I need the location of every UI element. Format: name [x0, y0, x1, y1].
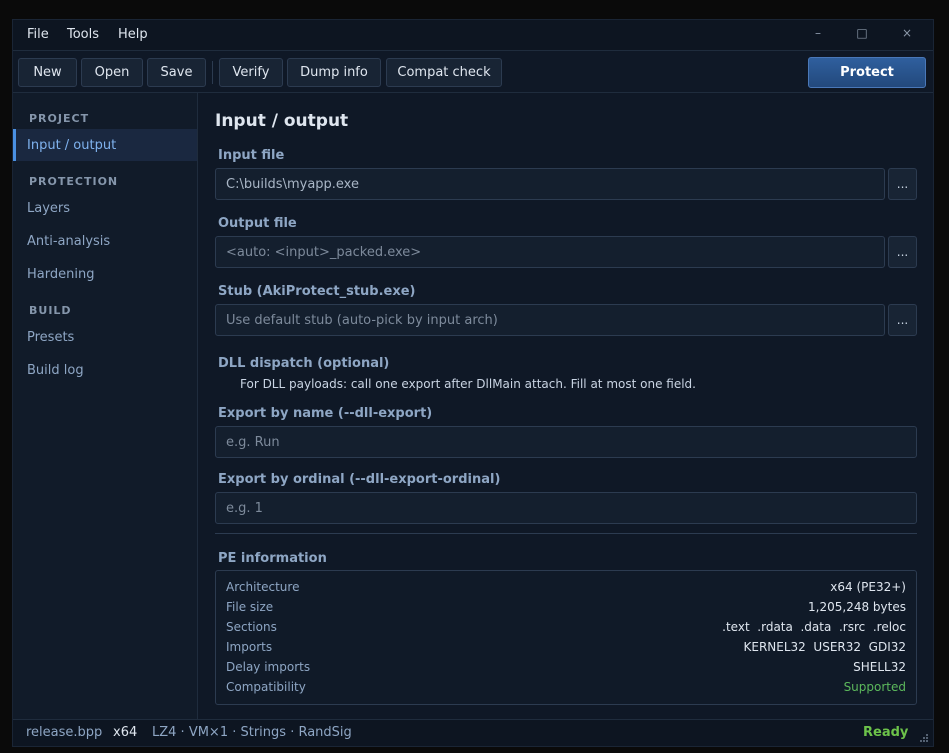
pe-row-sections: Sections .text .rdata .data .rsrc .reloc: [226, 620, 906, 640]
dll-dispatch-label: DLL dispatch (optional): [218, 356, 390, 371]
stub-label: Stub (AkiProtect_stub.exe): [218, 284, 416, 299]
sidebar-item-anti-analysis[interactable]: Anti-analysis: [13, 225, 197, 257]
sidebar-item-input-output[interactable]: Input / output: [13, 129, 197, 161]
close-icon[interactable]: ×: [897, 26, 917, 40]
sidebar-header-build: BUILD: [29, 304, 72, 317]
menu-file[interactable]: File: [27, 27, 49, 42]
sidebar-item-layers[interactable]: Layers: [13, 192, 197, 224]
stub-field[interactable]: Use default stub (auto-pick by input arc…: [215, 304, 885, 336]
pe-row-architecture: Architecture x64 (PE32+): [226, 580, 906, 600]
menu-bar: File Tools Help – □ ×: [13, 20, 933, 50]
pe-key: Imports: [226, 640, 273, 654]
export-ordinal-field[interactable]: e.g. 1: [215, 492, 917, 524]
export-name-field[interactable]: e.g. Run: [215, 426, 917, 458]
status-ready: Ready: [863, 725, 909, 740]
resize-grip-icon[interactable]: [919, 733, 929, 743]
verify-button[interactable]: Verify: [219, 58, 283, 87]
page-title: Input / output: [215, 111, 349, 131]
input-file-label: Input file: [218, 148, 285, 163]
pe-value: SHELL32: [853, 660, 906, 674]
sidebar-item-build-log[interactable]: Build log: [13, 354, 197, 386]
export-ordinal-label: Export by ordinal (--dll-export-ordinal): [218, 472, 501, 487]
menu-help[interactable]: Help: [118, 27, 148, 42]
pe-row-delay-imports: Delay imports SHELL32: [226, 660, 906, 680]
output-file-label: Output file: [218, 216, 297, 231]
pe-row-compatibility: Compatibility Supported: [226, 680, 906, 700]
status-bar: release.bpp x64 LZ4 · VM×1 · Strings · R…: [13, 719, 933, 746]
save-button[interactable]: Save: [147, 58, 206, 87]
maximize-icon[interactable]: □: [852, 26, 872, 40]
input-file-field[interactable]: C:\builds\myapp.exe: [215, 168, 885, 200]
compatibility-status: Supported: [843, 680, 906, 694]
toolbar: New Open Save Verify Dump info Compat ch…: [13, 50, 933, 93]
output-file-field[interactable]: <auto: <input>_packed.exe>: [215, 236, 885, 268]
toolbar-separator: [212, 61, 213, 84]
main-panel: Input / output Input file C:\builds\myap…: [199, 93, 933, 719]
sidebar: PROJECT Input / output PROTECTION Layers…: [13, 93, 198, 719]
menu-tools[interactable]: Tools: [67, 27, 99, 42]
sidebar-header-project: PROJECT: [29, 112, 90, 125]
status-summary: LZ4 · VM×1 · Strings · RandSig: [152, 725, 352, 740]
pe-row-imports: Imports KERNEL32 USER32 GDI32: [226, 640, 906, 660]
app-window: File Tools Help – □ × New Open Save Veri…: [12, 19, 934, 747]
pe-info-label: PE information: [218, 551, 327, 566]
dump-info-button[interactable]: Dump info: [287, 58, 381, 87]
pe-key: Sections: [226, 620, 277, 634]
sidebar-item-hardening[interactable]: Hardening: [13, 258, 197, 290]
status-project-file: release.bpp: [26, 725, 103, 740]
pe-row-file-size: File size 1,205,248 bytes: [226, 600, 906, 620]
open-button[interactable]: Open: [81, 58, 143, 87]
dll-dispatch-hint: For DLL payloads: call one export after …: [240, 377, 696, 391]
export-name-label: Export by name (--dll-export): [218, 406, 433, 421]
compat-check-button[interactable]: Compat check: [386, 58, 502, 87]
stub-browse-button[interactable]: ...: [888, 304, 917, 336]
status-arch: x64: [113, 725, 138, 740]
sidebar-header-protection: PROTECTION: [29, 175, 119, 188]
pe-info-panel: Architecture x64 (PE32+) File size 1,205…: [215, 570, 917, 705]
minimize-icon[interactable]: –: [808, 26, 828, 40]
pe-key: Architecture: [226, 580, 300, 594]
pe-key: Compatibility: [226, 680, 306, 694]
protect-button[interactable]: Protect: [808, 57, 926, 88]
new-button[interactable]: New: [18, 58, 77, 87]
sidebar-item-presets[interactable]: Presets: [13, 321, 197, 353]
pe-value: KERNEL32 USER32 GDI32: [743, 640, 907, 654]
input-file-browse-button[interactable]: ...: [888, 168, 917, 200]
section-divider: [215, 533, 917, 534]
pe-value: x64 (PE32+): [830, 580, 906, 594]
pe-key: Delay imports: [226, 660, 311, 674]
output-file-browse-button[interactable]: ...: [888, 236, 917, 268]
pe-key: File size: [226, 600, 274, 614]
pe-value: 1,205,248 bytes: [808, 600, 906, 614]
pe-value: .text .rdata .data .rsrc .reloc: [722, 620, 906, 634]
